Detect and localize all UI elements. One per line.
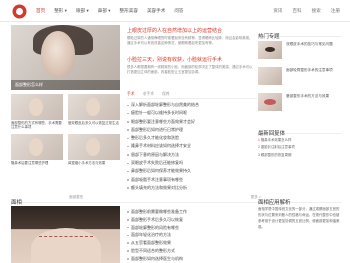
thumb-caption[interactable]: 隆鼻术后要注意哪些护理 [11,161,63,165]
list-item[interactable]: 从五官看面部整形效果 [127,239,257,247]
news-tabs: 手术 非手术 保养 [127,89,257,99]
thumb-image[interactable] [68,133,120,160]
nav-item-eye[interactable]: 眼部 ▾ [76,0,89,22]
nav-link-register[interactable]: 注册 [331,0,340,22]
news-item[interactable]: 眼部整形要注意哪些方面效果才会好 [127,118,257,126]
news-item[interactable]: 瘦脸针一般可以维持多长时间呢 [127,109,257,117]
news-item[interactable]: 整形后多久才能化妆和洗脸 [127,134,257,142]
latest-text[interactable]: 瘦脸针注射后注意事项 [261,145,295,149]
nav-right-links: 资讯 百科 搜索 注册 [263,0,340,22]
tab-non-surgery[interactable]: 非手术 [143,89,154,98]
latest-rank: 1 [258,138,260,142]
sidebar-latest-header: 最新回复体 [258,122,342,137]
nav-item-nose[interactable]: 鼻部 ▾ [98,0,111,22]
hot-topic-text[interactable]: 唇部整形手术的方法与效果 [286,94,342,99]
news-item[interactable]: 面部吸脂手术注意事项有哪些 [127,176,257,184]
logo[interactable] [11,4,28,19]
thumb-card[interactable]: 隆鼻术后要注意哪些护理 [11,133,63,165]
section-face-list: 面部整形前需要做哪些准备工作 面部整形手术后多久可以恢复 面部轮廓整形的风险有哪… [127,208,257,263]
news-item[interactable]: 双眼皮手术失败后还能修复吗 [127,159,257,167]
latest-rank: 2 [258,145,260,150]
hot-topic-text[interactable]: 面部轮廓整形手术的注意事项 [286,68,342,73]
nav-item-beauty[interactable]: 整形美容 [120,0,138,22]
hero-face [41,31,75,77]
section-face-subtitle[interactable]: 面部整形 [69,191,83,203]
nav-link-news[interactable]: 资讯 [273,0,282,22]
sidebar-apply-text: 面相学是中国传统文化的一部分，通过观察面部五官的形状与位置来判断人的性格与命运，… [258,207,340,229]
top-nav-bar: 首页 整形 ▾ 眼部 ▾ 鼻部 ▾ 整形美容 美容手术 问答 资讯 百科 搜索 … [0,0,350,22]
hot-topic-item[interactable]: 双眼皮手术的技巧与常见问题 [258,40,342,62]
sidebar-hot-list: 双眼皮手术的技巧与常见问题 面部轮廓整形手术的注意事项 唇部整形手术的方法与效果 [258,40,342,118]
thumb-card[interactable]: 鼻翼缩小手术方法与效果 [68,133,120,165]
hero-caption[interactable]: 面部整形怎么样 [11,80,120,90]
hot-topic-item[interactable]: 面部轮廓整形手术的注意事项 [258,66,342,88]
list-item[interactable]: 面部轮廓整形的风险有哪些 [127,224,257,232]
thumb-image[interactable] [68,94,120,120]
nav-item-surgery[interactable]: 美容手术 [147,0,165,22]
second-article-summary: 很多人都想要拥有一张精致的小脸，而面部的轮廓决定了整体的美感，通过手术可以打造更… [127,65,253,75]
nav-item-home[interactable]: 首页 [36,0,45,22]
section-face-image[interactable] [11,206,120,263]
thumb-caption[interactable]: 做双眼皮后多久可以恢复正常生活 [68,121,120,125]
lip-thumbnail[interactable] [258,93,282,111]
latest-item[interactable]: 1 隆鼻手术效果怎么样 [258,137,342,144]
thumbnail-grid: 面部整形的方式有哪些，手术需要注意什么事项 做双眼皮后多久可以恢复正常生活 隆鼻… [11,94,120,165]
news-item[interactable]: 隆鼻手术材料应该如何选择才安全 [127,142,257,150]
main-nav: 首页 整形 ▾ 眼部 ▾ 鼻部 ▾ 整形美容 美容手术 问答 [36,0,193,22]
list-item[interactable]: 面部整形如何选择医生与机构 [127,255,257,263]
nav-item-plastic[interactable]: 整形 ▾ [54,0,67,22]
hot-topic-item[interactable]: 唇部整形手术的方法与效果 [258,92,342,114]
lead-article-summary: 眼睑过厚的人通常睁眼的时候看起来没有精神，显得眼睛比较肿，而且会影响美观。通过手… [127,36,253,46]
nav-link-search[interactable]: 搜索 [312,0,321,22]
latest-text[interactable]: 隆鼻手术效果怎么样 [261,138,292,142]
news-item[interactable]: 鼻部整形后如何保养才能效果持久 [127,167,257,175]
thumb-image[interactable] [11,94,63,120]
tab-surgery[interactable]: 手术 [127,89,135,98]
thumb-caption[interactable]: 鼻翼缩小手术方法与效果 [68,161,120,165]
list-item[interactable]: 面部年轻化治疗的方法 [127,231,257,239]
list-item[interactable]: 面部整形前需要做哪些准备工作 [127,208,257,216]
latest-rank: 3 [258,152,260,157]
thumb-card[interactable]: 做双眼皮后多久可以恢复正常生活 [68,94,120,130]
list-item[interactable]: 面部整形手术后多久可以恢复 [127,216,257,224]
hairline-marking [39,236,93,237]
latest-item[interactable]: 2 瘦脸针注射后注意事项 [258,144,342,151]
news-item[interactable]: 深入解析面部轮廓整形与自然美的结合 [127,101,257,109]
face-thumbnail[interactable] [258,67,282,85]
news-list: 深入解析面部轮廓整形与自然美的结合 瘦脸针一般可以维持多长时间呢 眼部整形要注意… [127,101,257,192]
second-article-title[interactable]: 小脸拉三天，别说有收获，小脸就运行手术 [127,56,257,63]
nav-item-qa[interactable]: 问答 [174,0,183,22]
news-item[interactable]: 眉部下垂的原因与解决方法 [127,151,257,159]
eye-thumbnail[interactable] [258,41,282,59]
section-face-header: 面相 面部整形 更多 > [11,191,261,206]
thumb-image[interactable] [11,133,63,160]
sidebar-apply-header: 面相应用解析 [258,191,342,206]
news-item[interactable]: 面部整形后如何进行日常护理 [127,126,257,134]
lead-article-title[interactable]: 上眼皮过厚的人在自然增加以上的运营结合 [127,27,257,34]
forehead-shape [31,228,101,263]
thumb-caption[interactable]: 面部整形的方式有哪些，手术需要注意什么事项 [11,121,63,130]
sidebar-latest-list: 1 隆鼻手术效果怎么样 2 瘦脸针注射后注意事项 3 眼部整形的恢复周期 [258,137,342,159]
tab-care[interactable]: 保养 [162,89,170,98]
hot-topic-text[interactable]: 双眼皮手术的技巧与常见问题 [286,42,342,47]
latest-text[interactable]: 眼部整形的恢复周期 [261,153,292,157]
nav-link-wiki[interactable]: 百科 [292,0,301,22]
list-item[interactable]: 脸型不同适合的整形方式 [127,247,257,255]
sidebar-hot-header: 热门专题 [258,25,342,40]
latest-item[interactable]: 3 眼部整形的恢复周期 [258,152,342,159]
thumb-card[interactable]: 面部整形的方式有哪些，手术需要注意什么事项 [11,94,63,130]
